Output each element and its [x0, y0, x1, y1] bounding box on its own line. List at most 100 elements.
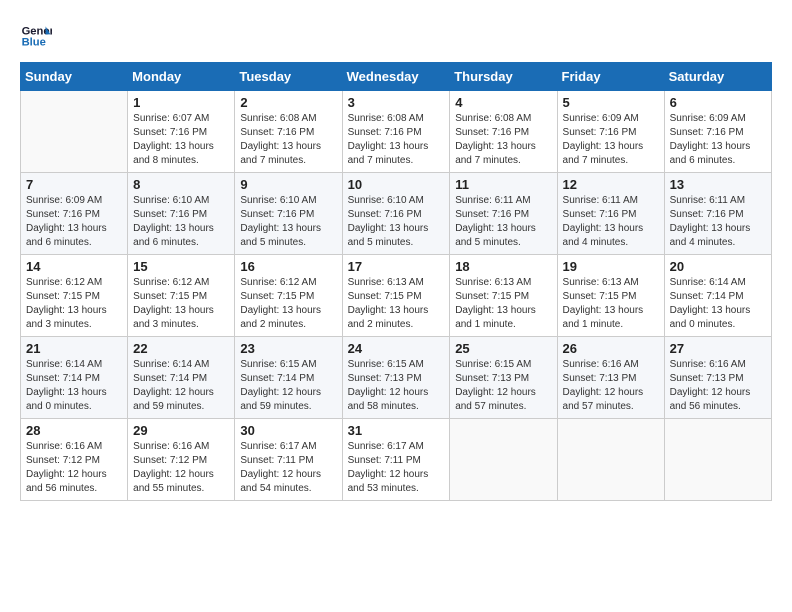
day-number: 7	[26, 177, 122, 192]
calendar-week-row: 1 Sunrise: 6:07 AMSunset: 7:16 PMDayligh…	[21, 91, 772, 173]
calendar-cell: 26 Sunrise: 6:16 AMSunset: 7:13 PMDaylig…	[557, 337, 664, 419]
day-number: 15	[133, 259, 229, 274]
cell-info: Sunrise: 6:17 AMSunset: 7:11 PMDaylight:…	[348, 440, 445, 496]
calendar-cell: 9 Sunrise: 6:10 AMSunset: 7:16 PMDayligh…	[235, 173, 342, 255]
day-number: 2	[240, 95, 336, 110]
day-number: 14	[26, 259, 122, 274]
svg-text:Blue: Blue	[22, 37, 46, 49]
day-number: 11	[455, 177, 551, 192]
day-number: 29	[133, 423, 229, 438]
calendar-cell: 3 Sunrise: 6:08 AMSunset: 7:16 PMDayligh…	[342, 91, 450, 173]
cell-info: Sunrise: 6:14 AMSunset: 7:14 PMDaylight:…	[26, 358, 122, 414]
cell-info: Sunrise: 6:09 AMSunset: 7:16 PMDaylight:…	[26, 194, 122, 250]
cell-info: Sunrise: 6:16 AMSunset: 7:13 PMDaylight:…	[563, 358, 659, 414]
calendar-cell: 25 Sunrise: 6:15 AMSunset: 7:13 PMDaylig…	[450, 337, 557, 419]
calendar-cell: 11 Sunrise: 6:11 AMSunset: 7:16 PMDaylig…	[450, 173, 557, 255]
calendar-cell: 4 Sunrise: 6:08 AMSunset: 7:16 PMDayligh…	[450, 91, 557, 173]
cell-info: Sunrise: 6:10 AMSunset: 7:16 PMDaylight:…	[348, 194, 445, 250]
cell-info: Sunrise: 6:16 AMSunset: 7:12 PMDaylight:…	[133, 440, 229, 496]
cell-info: Sunrise: 6:08 AMSunset: 7:16 PMDaylight:…	[455, 112, 551, 168]
cell-info: Sunrise: 6:17 AMSunset: 7:11 PMDaylight:…	[240, 440, 336, 496]
cell-info: Sunrise: 6:09 AMSunset: 7:16 PMDaylight:…	[670, 112, 766, 168]
day-number: 4	[455, 95, 551, 110]
calendar-cell: 2 Sunrise: 6:08 AMSunset: 7:16 PMDayligh…	[235, 91, 342, 173]
day-number: 22	[133, 341, 229, 356]
calendar-cell: 24 Sunrise: 6:15 AMSunset: 7:13 PMDaylig…	[342, 337, 450, 419]
day-number: 19	[563, 259, 659, 274]
calendar-week-row: 14 Sunrise: 6:12 AMSunset: 7:15 PMDaylig…	[21, 255, 772, 337]
calendar-header-row: SundayMondayTuesdayWednesdayThursdayFrid…	[21, 63, 772, 91]
cell-info: Sunrise: 6:15 AMSunset: 7:14 PMDaylight:…	[240, 358, 336, 414]
day-number: 23	[240, 341, 336, 356]
cell-info: Sunrise: 6:12 AMSunset: 7:15 PMDaylight:…	[26, 276, 122, 332]
day-number: 16	[240, 259, 336, 274]
day-header-tuesday: Tuesday	[235, 63, 342, 91]
day-number: 24	[348, 341, 445, 356]
day-number: 25	[455, 341, 551, 356]
day-number: 6	[670, 95, 766, 110]
calendar-cell: 10 Sunrise: 6:10 AMSunset: 7:16 PMDaylig…	[342, 173, 450, 255]
calendar-cell	[664, 419, 771, 501]
calendar-week-row: 28 Sunrise: 6:16 AMSunset: 7:12 PMDaylig…	[21, 419, 772, 501]
calendar-cell: 5 Sunrise: 6:09 AMSunset: 7:16 PMDayligh…	[557, 91, 664, 173]
calendar-cell: 12 Sunrise: 6:11 AMSunset: 7:16 PMDaylig…	[557, 173, 664, 255]
day-number: 1	[133, 95, 229, 110]
calendar-cell	[21, 91, 128, 173]
day-number: 5	[563, 95, 659, 110]
day-number: 26	[563, 341, 659, 356]
cell-info: Sunrise: 6:15 AMSunset: 7:13 PMDaylight:…	[455, 358, 551, 414]
cell-info: Sunrise: 6:14 AMSunset: 7:14 PMDaylight:…	[133, 358, 229, 414]
logo-icon: General Blue	[20, 20, 52, 52]
calendar-cell: 18 Sunrise: 6:13 AMSunset: 7:15 PMDaylig…	[450, 255, 557, 337]
calendar-cell: 17 Sunrise: 6:13 AMSunset: 7:15 PMDaylig…	[342, 255, 450, 337]
calendar-cell: 13 Sunrise: 6:11 AMSunset: 7:16 PMDaylig…	[664, 173, 771, 255]
cell-info: Sunrise: 6:11 AMSunset: 7:16 PMDaylight:…	[455, 194, 551, 250]
calendar-cell: 29 Sunrise: 6:16 AMSunset: 7:12 PMDaylig…	[128, 419, 235, 501]
day-header-monday: Monday	[128, 63, 235, 91]
cell-info: Sunrise: 6:08 AMSunset: 7:16 PMDaylight:…	[240, 112, 336, 168]
calendar-table: SundayMondayTuesdayWednesdayThursdayFrid…	[20, 62, 772, 501]
cell-info: Sunrise: 6:16 AMSunset: 7:12 PMDaylight:…	[26, 440, 122, 496]
cell-info: Sunrise: 6:10 AMSunset: 7:16 PMDaylight:…	[133, 194, 229, 250]
day-number: 28	[26, 423, 122, 438]
cell-info: Sunrise: 6:07 AMSunset: 7:16 PMDaylight:…	[133, 112, 229, 168]
day-number: 8	[133, 177, 229, 192]
day-number: 31	[348, 423, 445, 438]
calendar-cell: 30 Sunrise: 6:17 AMSunset: 7:11 PMDaylig…	[235, 419, 342, 501]
cell-info: Sunrise: 6:08 AMSunset: 7:16 PMDaylight:…	[348, 112, 445, 168]
day-number: 13	[670, 177, 766, 192]
day-number: 18	[455, 259, 551, 274]
calendar-cell	[557, 419, 664, 501]
day-number: 27	[670, 341, 766, 356]
calendar-cell: 31 Sunrise: 6:17 AMSunset: 7:11 PMDaylig…	[342, 419, 450, 501]
cell-info: Sunrise: 6:12 AMSunset: 7:15 PMDaylight:…	[133, 276, 229, 332]
cell-info: Sunrise: 6:12 AMSunset: 7:15 PMDaylight:…	[240, 276, 336, 332]
cell-info: Sunrise: 6:14 AMSunset: 7:14 PMDaylight:…	[670, 276, 766, 332]
day-number: 12	[563, 177, 659, 192]
cell-info: Sunrise: 6:13 AMSunset: 7:15 PMDaylight:…	[348, 276, 445, 332]
calendar-week-row: 7 Sunrise: 6:09 AMSunset: 7:16 PMDayligh…	[21, 173, 772, 255]
day-number: 17	[348, 259, 445, 274]
day-number: 9	[240, 177, 336, 192]
calendar-cell: 20 Sunrise: 6:14 AMSunset: 7:14 PMDaylig…	[664, 255, 771, 337]
day-number: 21	[26, 341, 122, 356]
day-number: 10	[348, 177, 445, 192]
calendar-cell: 19 Sunrise: 6:13 AMSunset: 7:15 PMDaylig…	[557, 255, 664, 337]
day-number: 20	[670, 259, 766, 274]
calendar-cell: 14 Sunrise: 6:12 AMSunset: 7:15 PMDaylig…	[21, 255, 128, 337]
cell-info: Sunrise: 6:13 AMSunset: 7:15 PMDaylight:…	[563, 276, 659, 332]
cell-info: Sunrise: 6:09 AMSunset: 7:16 PMDaylight:…	[563, 112, 659, 168]
day-header-wednesday: Wednesday	[342, 63, 450, 91]
calendar-cell: 16 Sunrise: 6:12 AMSunset: 7:15 PMDaylig…	[235, 255, 342, 337]
day-header-friday: Friday	[557, 63, 664, 91]
page-header: General Blue	[20, 20, 772, 52]
day-number: 3	[348, 95, 445, 110]
calendar-week-row: 21 Sunrise: 6:14 AMSunset: 7:14 PMDaylig…	[21, 337, 772, 419]
day-header-saturday: Saturday	[664, 63, 771, 91]
calendar-cell: 27 Sunrise: 6:16 AMSunset: 7:13 PMDaylig…	[664, 337, 771, 419]
cell-info: Sunrise: 6:11 AMSunset: 7:16 PMDaylight:…	[670, 194, 766, 250]
day-number: 30	[240, 423, 336, 438]
day-header-thursday: Thursday	[450, 63, 557, 91]
calendar-cell: 28 Sunrise: 6:16 AMSunset: 7:12 PMDaylig…	[21, 419, 128, 501]
calendar-cell: 8 Sunrise: 6:10 AMSunset: 7:16 PMDayligh…	[128, 173, 235, 255]
